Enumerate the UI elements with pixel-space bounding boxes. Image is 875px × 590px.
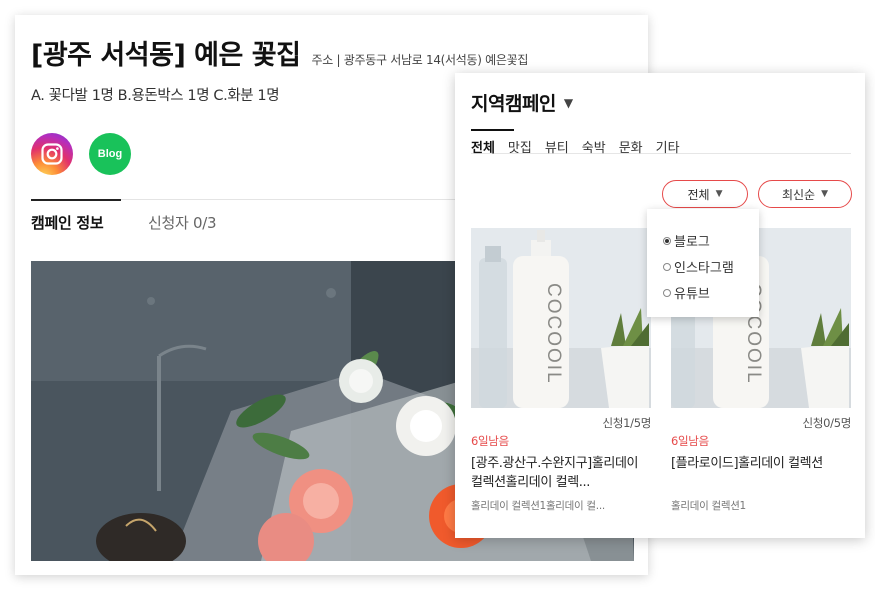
filter-option-label: 인스타그램 bbox=[674, 261, 734, 276]
bottle-label: COCOOIL bbox=[543, 283, 564, 385]
regional-campaign-panel: 지역캠페인 ▼ 전체 맛집 뷰티 숙박 문화 기타 전체 ▼ 최신순 ▼ COC… bbox=[455, 73, 865, 538]
tab-lodging[interactable]: 숙박 bbox=[582, 137, 606, 156]
filter-option-blog[interactable]: 블로그 bbox=[663, 231, 710, 250]
days-left: 6일남음 bbox=[671, 434, 709, 448]
campaign-item-desc: 홀리데이 컬렉션1홀리데이 컬... bbox=[471, 500, 605, 512]
campaign-title: [광주 서석동] 예은 꽃집 bbox=[31, 40, 301, 71]
active-tab-indicator bbox=[471, 129, 514, 131]
channel-filter-label: 전체 bbox=[687, 187, 710, 202]
campaign-item-title[interactable]: [광주.광산구.수완지구]홀리데이 컬렉션홀리데이 컬렉... bbox=[471, 454, 651, 492]
tab-campaign-info[interactable]: 캠페인 정보 bbox=[31, 199, 122, 233]
product-image: COCOOIL bbox=[471, 228, 651, 408]
radio-icon bbox=[663, 262, 671, 271]
sort-label: 최신순 bbox=[781, 187, 816, 202]
channel-filter-dropdown: 블로그 인스타그램 유튜브 bbox=[647, 209, 759, 317]
tab-etc[interactable]: 기타 bbox=[656, 137, 680, 156]
filter-option-instagram[interactable]: 인스타그램 bbox=[663, 257, 734, 276]
channel-filter-button[interactable]: 전체 ▼ bbox=[662, 180, 748, 208]
chevron-down-icon: ▼ bbox=[563, 95, 573, 110]
tab-all[interactable]: 전체 bbox=[471, 137, 495, 156]
campaign-header: [광주 서석동] 예은 꽃집 주소 | 광주동구 서남로 14(서석동) 예은꽃… bbox=[31, 33, 528, 72]
filter-option-youtube[interactable]: 유튜브 bbox=[663, 283, 710, 302]
campaign-item-title[interactable]: [플라로이드]홀리데이 컬렉션 bbox=[671, 454, 851, 492]
campaign-reward: A. 꽃다발 1명 B.용돈박스 1명 C.화분 1명 bbox=[31, 88, 280, 104]
tab-applicants[interactable]: 신청자 0/3 bbox=[148, 212, 217, 233]
sns-links: Blog bbox=[31, 133, 131, 175]
radio-selected-icon bbox=[663, 236, 671, 245]
applicant-count: 신청0/5명 bbox=[802, 416, 852, 430]
campaign-address: 주소 | 광주동구 서남로 14(서석동) 예은꽃집 bbox=[311, 53, 529, 67]
blog-icon[interactable]: Blog bbox=[89, 133, 131, 175]
category-tabs: 전체 맛집 뷰티 숙박 문화 기타 bbox=[471, 137, 680, 156]
tab-beauty[interactable]: 뷰티 bbox=[545, 137, 569, 156]
applicant-count: 신청1/5명 bbox=[602, 416, 652, 430]
tab-restaurant[interactable]: 맛집 bbox=[508, 137, 532, 156]
campaign-item[interactable]: COCOOIL 신청1/5명 6일남음 [광주.광산구.수완지구]홀리데이 컬렉… bbox=[471, 228, 651, 513]
chevron-down-icon: ▼ bbox=[715, 189, 723, 199]
sort-button[interactable]: 최신순 ▼ bbox=[758, 180, 852, 208]
filter-option-label: 블로그 bbox=[674, 235, 710, 250]
region-title: 지역캠페인 bbox=[471, 93, 556, 115]
blog-icon-label: Blog bbox=[97, 148, 123, 160]
tab-culture[interactable]: 문화 bbox=[619, 137, 643, 156]
chevron-down-icon: ▼ bbox=[821, 189, 829, 199]
region-selector[interactable]: 지역캠페인 ▼ bbox=[471, 89, 573, 116]
filter-option-label: 유튜브 bbox=[674, 287, 710, 302]
radio-icon bbox=[663, 288, 671, 297]
instagram-icon[interactable] bbox=[31, 133, 73, 175]
campaign-item-desc: 홀리데이 컬렉션1 bbox=[671, 500, 746, 512]
days-left: 6일남음 bbox=[471, 434, 509, 448]
